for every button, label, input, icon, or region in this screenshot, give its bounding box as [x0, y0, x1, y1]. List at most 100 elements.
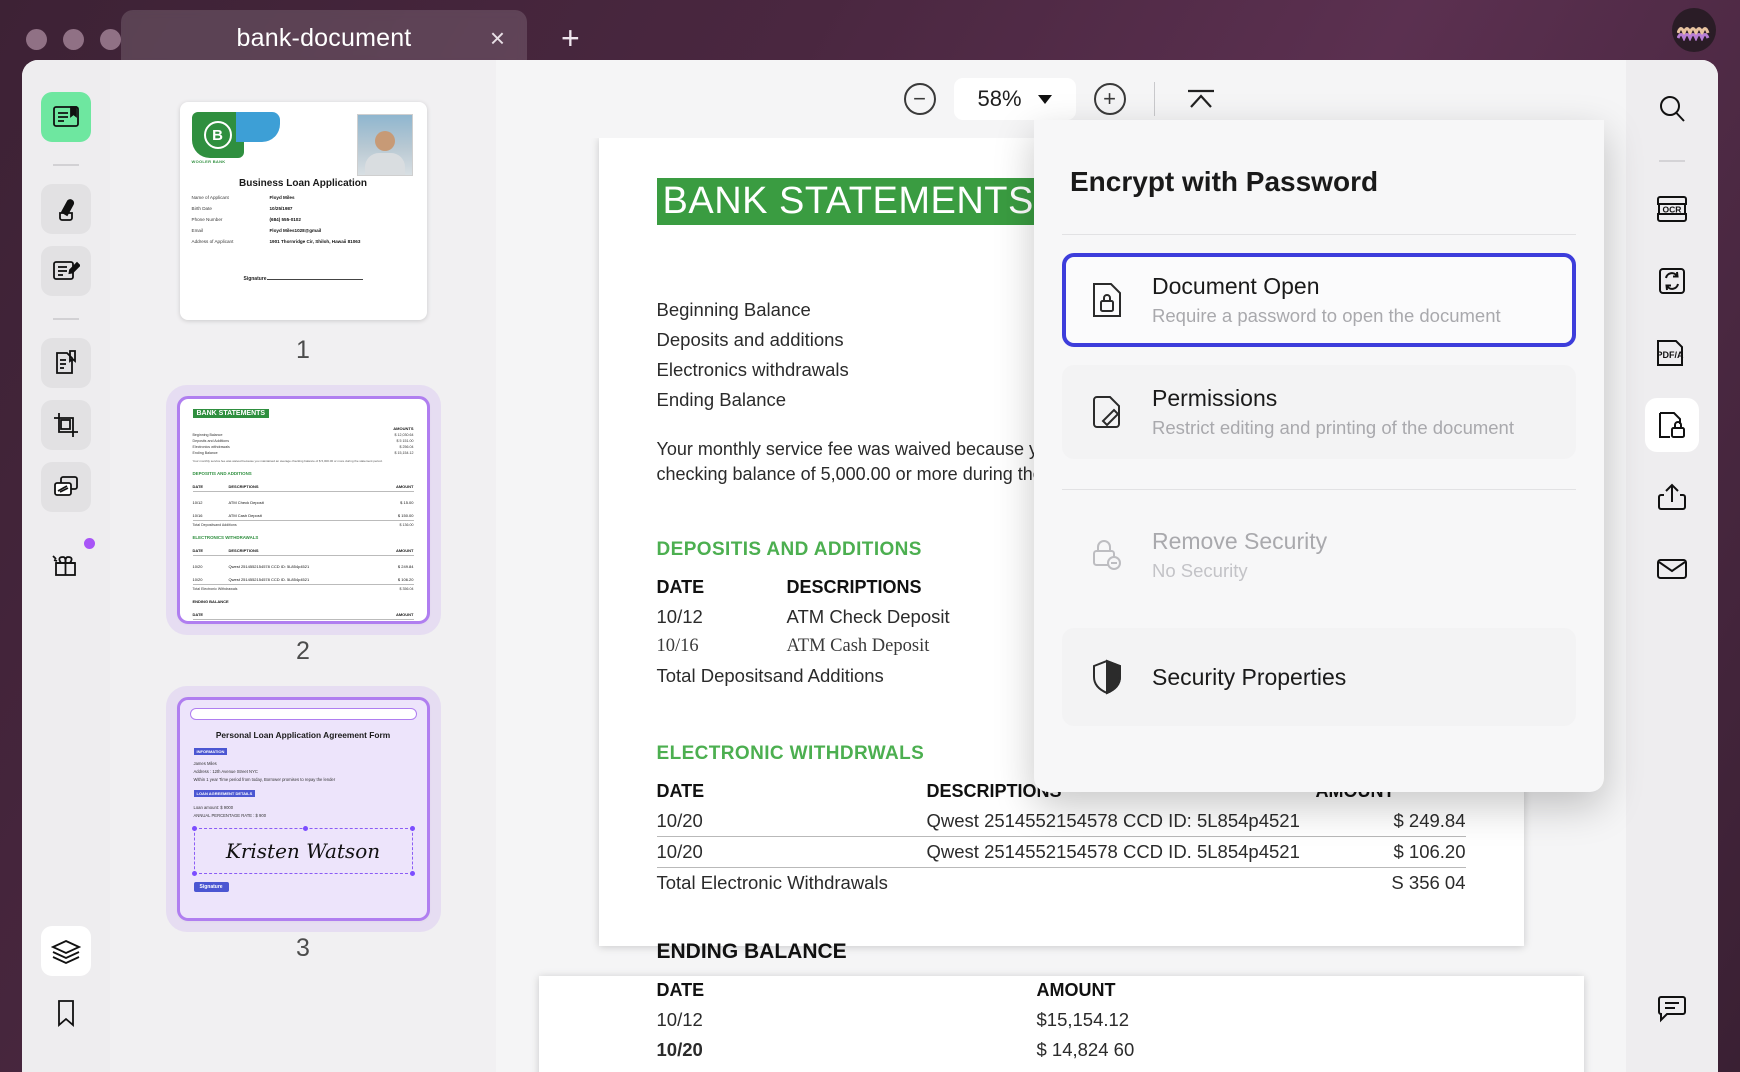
option-remove-security: Remove Security No Security — [1062, 508, 1576, 602]
title-bar: bank-document × + — [0, 0, 1740, 66]
sidebar-item-read-mode[interactable] — [41, 92, 91, 142]
tab-bank-document[interactable]: bank-document × — [121, 10, 527, 66]
row-date: 10/12 — [192, 500, 203, 505]
tab-title: bank-document — [236, 23, 412, 52]
zoom-in-button[interactable]: + — [1093, 83, 1126, 115]
rail-divider — [53, 164, 79, 166]
share-icon[interactable] — [1645, 470, 1699, 524]
panel-divider-2 — [1062, 489, 1576, 490]
thumb3-content: Personal Loan Application Agreement Form… — [179, 700, 427, 918]
sidebar-item-bookmark[interactable] — [41, 988, 91, 1038]
option-permissions[interactable]: Permissions Restrict editing and printin… — [1062, 365, 1576, 459]
toolbar-divider — [1153, 82, 1155, 116]
signature-button[interactable]: Signature — [193, 882, 229, 892]
close-icon[interactable]: × — [490, 25, 505, 51]
field-key: Birth Date — [191, 206, 212, 211]
sum-label: Ending Balance — [192, 451, 218, 455]
zoom-level-select[interactable]: 58% — [953, 78, 1076, 120]
thumb3-terms: Within 1 year Time period from today, Bo… — [193, 777, 336, 782]
ending-balance-heading: ENDING BALANCE — [656, 940, 847, 963]
remove-lock-icon — [1084, 537, 1130, 573]
thumbnail-page-2[interactable]: BANK STATEMENTS AMOUNTS Beginning Balanc… — [110, 396, 496, 700]
avatar[interactable] — [1672, 8, 1716, 52]
withdrawals-total: $ 356.04 — [399, 587, 414, 591]
ending-balance-table: DATE AMOUNT 10/12 $15,154.12 10/20 $ 14,… — [657, 976, 1466, 1065]
sidebar-item-layers[interactable] — [41, 926, 91, 976]
page-thumbnails-panel[interactable]: B WOOLER BANK Business Loan Application … — [110, 60, 496, 1072]
row-amount: $ 249.84 — [397, 564, 414, 569]
thumb1-title: Business Loan Application — [239, 178, 367, 189]
thumb3-name: James Miles — [193, 761, 217, 766]
thumb2-ending-heading: ENDING BALANCE — [192, 599, 229, 604]
thumb2-note: Your monthly service fee was waived beca… — [192, 459, 383, 463]
search-icon[interactable] — [1645, 82, 1699, 136]
col-desc: DESCRIPTIONS — [228, 484, 259, 489]
thumbnail-page-1[interactable]: B WOOLER BANK Business Loan Application … — [110, 102, 496, 399]
field-value: 1901 Thornridge Cir, Shiloh, Hawaii 8106… — [269, 239, 361, 244]
cell-amount: $ 249.84 — [1393, 810, 1466, 831]
applicant-photo — [356, 114, 413, 176]
field-key: Phone Number — [191, 217, 223, 222]
panel-divider — [1062, 234, 1576, 235]
row-date: 10/16 — [192, 513, 203, 518]
option-title: Security Properties — [1152, 663, 1347, 690]
sidebar-item-edit-annotate[interactable] — [41, 246, 91, 296]
comment-icon[interactable] — [1645, 982, 1699, 1036]
ocr-icon[interactable]: OCR — [1645, 182, 1699, 236]
convert-icon[interactable] — [1645, 254, 1699, 308]
chevron-down-icon[interactable] — [1037, 94, 1052, 104]
protect-icon[interactable] — [1645, 398, 1699, 452]
cell-date: 10/12 — [656, 606, 703, 627]
cell-date: 10/20 — [656, 1039, 703, 1060]
pdfa-icon[interactable]: PDF/A — [1645, 326, 1699, 380]
sum-value: $ 256.04 — [399, 445, 414, 449]
tab-strip: bank-document × + — [121, 10, 580, 66]
row-desc: Qwest 2514552154578 CCD ID. 5L854p4521 — [228, 577, 310, 582]
cell-amount: $ 14,824 60 — [1036, 1039, 1135, 1060]
sidebar-item-compress[interactable] — [41, 462, 91, 512]
option-document-open[interactable]: Document Open Require a password to open… — [1062, 253, 1576, 347]
thumbnail-number: 1 — [296, 336, 310, 364]
col-desc: DESCRIPTIONS — [228, 548, 259, 553]
permissions-document-icon — [1084, 392, 1130, 432]
svg-text:OCR: OCR — [1663, 205, 1682, 215]
field-value: (684) 555-0102 — [269, 217, 301, 222]
cell-date: 10/20 — [656, 836, 927, 868]
deposits-total-label: Total Depositsand Additions — [192, 523, 237, 527]
zoom-out-button[interactable]: − — [903, 83, 936, 115]
thumbnail-card-1[interactable]: B WOOLER BANK Business Loan Application … — [179, 102, 427, 320]
sum-value: $ 12,030.64 — [394, 433, 414, 437]
sidebar-item-crop[interactable] — [41, 400, 91, 450]
thumb3-field-bar — [189, 708, 417, 720]
option-security-properties[interactable]: Security Properties — [1062, 628, 1576, 726]
table-row: 10/20 Qwest 2514552154578 CCD ID. 5L854p… — [656, 836, 1466, 868]
signature-field[interactable]: Kristen Watson — [191, 826, 415, 876]
thumb3-apr: ANNUAL PERCENTAGE RATE : $ 900 — [193, 813, 267, 818]
summary-label: Deposits and additions — [656, 329, 844, 350]
thumbnail-card-2[interactable]: BANK STATEMENTS AMOUNTS Beginning Balanc… — [176, 396, 430, 624]
gift-badge — [84, 538, 95, 549]
sidebar-item-organize-pages[interactable] — [41, 338, 91, 388]
field-key: Email — [191, 228, 204, 233]
collapse-up-icon[interactable] — [1183, 87, 1219, 111]
thumbnail-number: 3 — [296, 934, 310, 962]
new-tab-button[interactable]: + — [561, 22, 580, 54]
col-amount: AMOUNT — [395, 612, 414, 617]
close-window-button[interactable] — [26, 29, 47, 50]
maximize-window-button[interactable] — [100, 29, 121, 50]
sum-label: Deposits and Additions — [192, 439, 230, 443]
sidebar-item-highlighter[interactable] — [41, 184, 91, 234]
thumb2-title: BANK STATEMENTS — [192, 409, 270, 418]
sum-value: $ 5 151.00 — [396, 439, 414, 443]
sum-label: Electronics withdrawals — [192, 445, 230, 449]
mail-icon[interactable] — [1645, 542, 1699, 596]
col-amount: AMOUNT — [395, 484, 414, 489]
sidebar-item-gift[interactable] — [41, 538, 95, 590]
row-amount: $ 150.00 — [397, 513, 414, 518]
field-value: Floyd Miles1028@gmail — [269, 228, 322, 233]
thumbnail-card-3[interactable]: Personal Loan Application Agreement Form… — [176, 697, 430, 921]
col-date: DATE — [192, 484, 204, 489]
thumbnail-page-3[interactable]: Personal Loan Application Agreement Form… — [110, 697, 496, 997]
minimize-window-button[interactable] — [63, 29, 84, 50]
field-value: Floyd Miles — [269, 195, 295, 200]
